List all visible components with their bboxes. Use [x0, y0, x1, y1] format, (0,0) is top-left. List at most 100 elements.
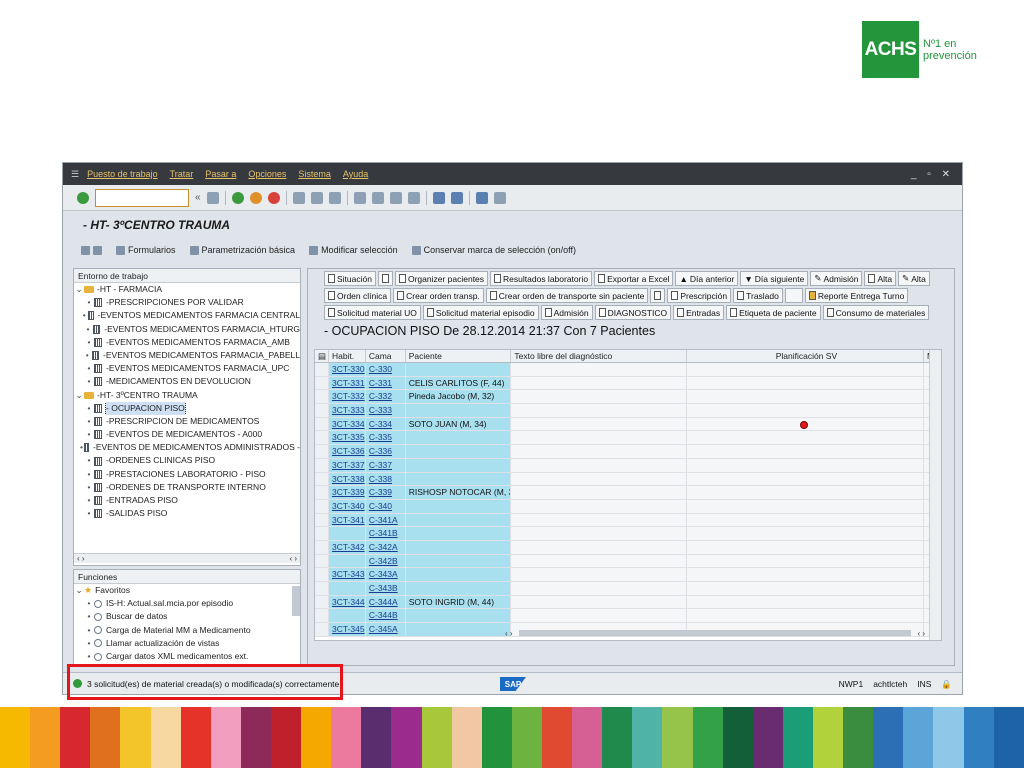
- workspace-hscroll[interactable]: ‹ › ‹ ›: [74, 553, 300, 563]
- consumo-materiales-button[interactable]: Consumo de materiales: [822, 305, 930, 320]
- cell-cama[interactable]: C-330: [365, 363, 406, 376]
- cell-habit[interactable]: 3CT-345: [328, 623, 366, 636]
- cell-cama[interactable]: C-337: [365, 458, 406, 472]
- admision-button[interactable]: ✎ Admisión: [810, 271, 863, 286]
- print-icon[interactable]: [292, 191, 305, 204]
- table-row[interactable]: C-341B: [315, 527, 941, 541]
- find-next-icon[interactable]: [328, 191, 341, 204]
- table-row[interactable]: 3CT-342 C-342A: [315, 540, 941, 555]
- table-row[interactable]: C-342B: [315, 554, 941, 569]
- command-field[interactable]: [95, 188, 189, 207]
- tree-folder-trauma[interactable]: ⌄ - HT- 3ºCENTRO TRAUMA: [74, 389, 300, 402]
- exportar-excel-button[interactable]: Exportar a Excel: [594, 271, 674, 286]
- table-row[interactable]: 3CT-339 C-339 RISHOSP NOTOCAR (M, 32): [315, 486, 941, 500]
- tree-node[interactable]: • - EVENTOS MEDICAMENTOS FARMACIA_PABELL: [74, 349, 300, 362]
- tree-node[interactable]: • - PRESCRIPCION DE MEDICAMENTOS: [74, 415, 300, 428]
- cancel-icon[interactable]: [267, 191, 280, 204]
- admision-doc-button[interactable]: Admisión: [540, 305, 593, 320]
- orden-clinica-button[interactable]: Orden clínica: [324, 288, 392, 303]
- cell-cama[interactable]: C-336: [365, 445, 406, 458]
- cell-cama[interactable]: C-341A: [365, 513, 406, 527]
- first-page-icon[interactable]: [353, 191, 366, 204]
- input-mode[interactable]: INS: [917, 679, 931, 689]
- next-page-icon[interactable]: [389, 191, 402, 204]
- function-item[interactable]: • IS-H: Actual.sal.mcia.por episodio: [74, 597, 300, 610]
- cell-cama[interactable]: C-338: [365, 472, 406, 486]
- reporte-entrega-turno-button[interactable]: Reporte Entrega Turno: [804, 288, 909, 303]
- lock-icon[interactable]: 🔒: [941, 679, 952, 690]
- cell-habit[interactable]: 3CT-337: [328, 458, 366, 472]
- function-item[interactable]: • Llamar actualización de vistas: [74, 637, 300, 650]
- cell-cama[interactable]: C-342A: [365, 540, 406, 554]
- layout-icon[interactable]: [493, 191, 506, 204]
- cell-habit[interactable]: 3CT-339: [328, 486, 366, 499]
- collapse-icon[interactable]: ⌄: [74, 283, 84, 296]
- parametrizacion-button[interactable]: Parametrización básica: [189, 245, 295, 255]
- table-row[interactable]: 3CT-337 C-337: [315, 458, 941, 473]
- tree-node-selected[interactable]: • - OCUPACION PISO: [74, 401, 300, 415]
- table-row[interactable]: 3CT-333 C-333: [315, 404, 941, 418]
- cell-cama[interactable]: C-331: [365, 376, 406, 390]
- favorites-folder[interactable]: ⌄ ★ Favoritos: [74, 584, 300, 597]
- cell-habit[interactable]: 3CT-330: [328, 363, 366, 376]
- crear-orden-transp-button[interactable]: Crear orden transp.: [393, 288, 484, 303]
- tree-node[interactable]: • - ENTRADAS PISO: [74, 494, 300, 507]
- cell-habit[interactable]: 3CT-340: [328, 499, 366, 513]
- find-icon[interactable]: [310, 191, 323, 204]
- tree-node[interactable]: • - EVENTOS MEDICAMENTOS FARMACIA_AMB: [74, 336, 300, 349]
- cell-habit[interactable]: 3CT-335: [328, 431, 366, 445]
- functions-vscroll[interactable]: [292, 586, 300, 616]
- tree-node[interactable]: • - MEDICAMENTOS EN DEVOLUCION: [74, 375, 300, 388]
- cell-habit[interactable]: [328, 609, 366, 623]
- shortcut-icon[interactable]: [450, 191, 463, 204]
- cell-cama[interactable]: C-344B: [365, 609, 406, 623]
- table-row[interactable]: C-344B: [315, 609, 941, 624]
- cell-habit[interactable]: 3CT-336: [328, 445, 366, 458]
- menu-tratar[interactable]: Tratar: [170, 169, 194, 179]
- grid-vscroll[interactable]: [929, 350, 941, 640]
- function-item[interactable]: • Buscar de datos: [74, 610, 300, 623]
- enter-icon[interactable]: [77, 191, 89, 204]
- table-row[interactable]: 3CT-332 C-332 Pineda Jacobo (M, 32): [315, 390, 941, 405]
- cell-cama[interactable]: C-333: [365, 404, 406, 417]
- notes-button[interactable]: [377, 271, 393, 286]
- tree-node[interactable]: • - EVENTOS DE MEDICAMENTOS ADMINISTRADOS…: [74, 441, 300, 454]
- traslado-button[interactable]: Traslado: [733, 288, 783, 303]
- alta-edit-button[interactable]: ✎ Alta: [898, 271, 930, 286]
- col-cama[interactable]: Cama: [366, 350, 406, 362]
- table-row[interactable]: 3CT-343 C-343A: [315, 568, 941, 582]
- menu-sistema[interactable]: Sistema: [298, 169, 331, 179]
- cell-cama[interactable]: C-335: [365, 431, 406, 445]
- cell-cama[interactable]: C-342B: [365, 554, 406, 568]
- toolbar-list-icons[interactable]: [81, 245, 102, 255]
- col-texto-libre[interactable]: Texto libre del diagnóstico: [511, 350, 687, 362]
- conservar-marca-button[interactable]: Conservar marca de selección (on/off): [411, 245, 576, 255]
- table-row[interactable]: 3CT-330 C-330: [315, 363, 941, 377]
- cell-habit[interactable]: 3CT-334: [328, 417, 366, 431]
- prescripcion-button[interactable]: Prescripción: [667, 288, 732, 303]
- cell-cama[interactable]: C-340: [365, 499, 406, 513]
- red-status-icon[interactable]: [799, 420, 808, 429]
- tree-node[interactable]: • - EVENTOS MEDICAMENTOS FARMACIA CENTRAL: [74, 309, 300, 322]
- solicitud-material-episodio-button[interactable]: Solicitud material episodio: [422, 305, 539, 320]
- tree-node[interactable]: • - EVENTOS MEDICAMENTOS FARMACIA_UPC: [74, 362, 300, 375]
- table-row[interactable]: 3CT-340 C-340: [315, 499, 941, 514]
- back-icon[interactable]: [231, 191, 244, 204]
- tree-folder-farmacia[interactable]: ⌄ - HT - FARMACIA: [74, 283, 300, 296]
- alta-button[interactable]: Alta: [864, 271, 897, 286]
- dia-anterior-button[interactable]: ▲ Día anterior: [675, 271, 739, 286]
- entradas-button[interactable]: Entradas: [673, 305, 725, 320]
- cell-cama[interactable]: C-345A: [365, 623, 406, 636]
- organizer-button[interactable]: Organizer pacientes: [394, 271, 489, 286]
- function-item[interactable]: • Carga de Material MM a Medicamento: [74, 624, 300, 637]
- collapse-icon[interactable]: ⌄: [74, 584, 84, 597]
- exit-icon[interactable]: [249, 191, 262, 204]
- resultados-lab-button[interactable]: Resultados laboratorio: [490, 271, 593, 286]
- cell-cama[interactable]: C-343B: [365, 582, 406, 595]
- tree-node[interactable]: • - PRESTACIONES LABORATORIO - PISO: [74, 468, 300, 481]
- menu-opciones[interactable]: Opciones: [248, 169, 286, 179]
- layout-icon[interactable]: ▤: [315, 350, 329, 362]
- modificar-seleccion-button[interactable]: Modificar selección: [309, 245, 398, 255]
- menu-pasar-a[interactable]: Pasar a: [205, 169, 236, 179]
- table-row[interactable]: 3CT-334 C-334 SOTO JUAN (M, 34): [315, 417, 941, 432]
